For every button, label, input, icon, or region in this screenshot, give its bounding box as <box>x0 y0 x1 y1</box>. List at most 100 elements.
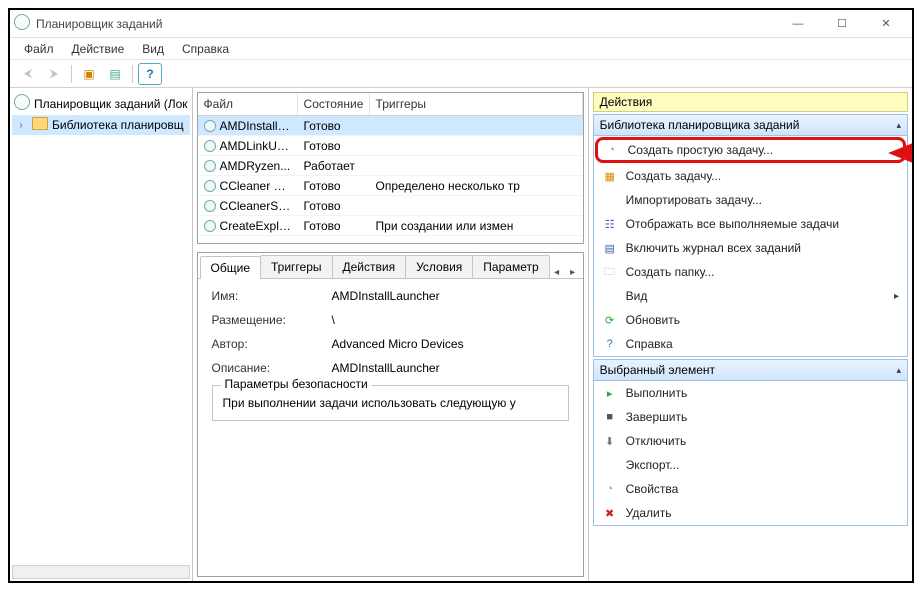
cal-icon: ▦ <box>602 168 618 184</box>
label-location: Размещение: <box>212 313 332 327</box>
chevron-right-icon[interactable]: › <box>14 120 28 131</box>
actions-section-selected[interactable]: Выбранный элемент ▴ <box>593 359 908 381</box>
value-name: AMDInstallLauncher <box>332 289 440 303</box>
action-справка[interactable]: ? Справка <box>594 332 907 356</box>
toolbar-help-icon[interactable]: ? <box>138 63 162 85</box>
blank-icon <box>602 457 618 473</box>
action-label: Создать задачу... <box>626 169 722 183</box>
task-icon <box>204 160 216 172</box>
collapse-icon: ▴ <box>896 365 901 376</box>
task-row[interactable]: AMDLinkUp...Готово <box>198 136 583 156</box>
action-label: Справка <box>626 337 673 351</box>
task-list[interactable]: Файл Состояние Триггеры AMDInstallL...Го… <box>197 92 584 244</box>
task-details: Общие Триггеры Действия Условия Параметр… <box>197 252 584 577</box>
clock-icon: ◔ <box>604 142 620 158</box>
action-отключить[interactable]: ⬇Отключить <box>594 429 907 453</box>
label-author: Автор: <box>212 337 332 351</box>
task-header-row: Файл Состояние Триггеры <box>198 93 583 116</box>
col-triggers[interactable]: Триггеры <box>370 93 583 115</box>
action-создать-задачу-[interactable]: ▦ Создать задачу... <box>594 164 907 188</box>
action-завершить[interactable]: ■ Завершить <box>594 405 907 429</box>
action-label: Свойства <box>626 482 679 496</box>
action-удалить[interactable]: ✖Удалить <box>594 501 907 525</box>
action-импортировать-задачу-[interactable]: Импортировать задачу... <box>594 188 907 212</box>
tab-general[interactable]: Общие <box>200 256 261 279</box>
callout-arrow-icon <box>888 141 912 165</box>
task-row[interactable]: CCleanerSki...Готово <box>198 196 583 216</box>
disable-icon: ⬇ <box>602 433 618 449</box>
tab-actions[interactable]: Действия <box>332 255 407 278</box>
back-button[interactable]: ⮜ <box>16 63 40 85</box>
menu-view[interactable]: Вид <box>134 40 172 58</box>
task-icon <box>204 120 216 132</box>
chevron-right-icon: ▸ <box>894 291 899 302</box>
actions-section-library-label: Библиотека планировщика заданий <box>600 118 800 132</box>
forward-button[interactable]: ⮞ <box>42 63 66 85</box>
titlebar: Планировщик заданий — ☐ ✕ <box>10 10 912 38</box>
action-обновить[interactable]: ⟳ Обновить <box>594 308 907 332</box>
action-создать-простую-задачу-[interactable]: ◔Создать простую задачу... <box>595 137 906 163</box>
label-description: Описание: <box>212 361 332 375</box>
action-отображать-все-выполняемые-задачи[interactable]: ☷ Отображать все выполняемые задачи <box>594 212 907 236</box>
col-file[interactable]: Файл <box>198 93 298 115</box>
action-экспорт-[interactable]: Экспорт... <box>594 453 907 477</box>
toolbar-columns-icon[interactable]: ▤ <box>103 63 127 85</box>
action-выполнить[interactable]: ▸ Выполнить <box>594 381 907 405</box>
tab-scroll-left-icon[interactable]: ◂ <box>549 267 565 278</box>
menu-help[interactable]: Справка <box>174 40 237 58</box>
menu-file[interactable]: Файл <box>16 40 62 58</box>
task-row[interactable]: AMDRyzen...Работает <box>198 156 583 176</box>
menubar: Файл Действие Вид Справка <box>10 38 912 60</box>
folder-icon: 🗀 <box>602 264 618 280</box>
action-label: Выполнить <box>626 386 688 400</box>
list-icon: ☷ <box>602 216 618 232</box>
refresh-icon: ⟳ <box>602 312 618 328</box>
value-description: AMDInstallLauncher <box>332 361 440 375</box>
tab-settings[interactable]: Параметр <box>472 255 549 278</box>
actions-section-library[interactable]: Библиотека планировщика заданий ▴ <box>593 114 908 136</box>
toolbar-explorer-icon[interactable]: ▣ <box>77 63 101 85</box>
action-свойства[interactable]: ◔Свойства <box>594 477 907 501</box>
action-label: Вид <box>626 289 648 303</box>
action-создать-папку-[interactable]: 🗀 Создать папку... <box>594 260 907 284</box>
action-label: Обновить <box>626 313 680 327</box>
action-label: Создать папку... <box>626 265 715 279</box>
log-icon: ▤ <box>602 240 618 256</box>
task-row[interactable]: CCleaner Up...ГотовоОпределено несколько… <box>198 176 583 196</box>
action-label: Завершить <box>626 410 688 424</box>
details-tabs: Общие Триггеры Действия Условия Параметр… <box>198 253 583 279</box>
actions-pane: Действия Библиотека планировщика заданий… <box>589 88 912 581</box>
tree-library-label: Библиотека планировщ <box>52 118 184 132</box>
tree-root-label: Планировщик заданий (Лок <box>34 97 188 111</box>
actions-section-selected-label: Выбранный элемент <box>600 363 715 377</box>
tab-conditions[interactable]: Условия <box>405 255 473 278</box>
security-group: Параметры безопасности При выполнении за… <box>212 385 569 421</box>
task-row[interactable]: CreateExplor...ГотовоПри создании или из… <box>198 216 583 236</box>
task-icon <box>204 200 216 212</box>
action-label: Отображать все выполняемые задачи <box>626 217 840 231</box>
close-button[interactable]: ✕ <box>864 10 908 38</box>
tab-triggers[interactable]: Триггеры <box>260 255 333 278</box>
blank-icon <box>602 192 618 208</box>
clock-icon <box>14 94 30 113</box>
tree-scrollbar[interactable] <box>12 565 190 579</box>
minimize-button[interactable]: — <box>776 10 820 38</box>
nav-tree[interactable]: Планировщик заданий (Лок › Библиотека пл… <box>10 88 193 581</box>
action-включить-журнал-всех-заданий[interactable]: ▤Включить журнал всех заданий <box>594 236 907 260</box>
tree-root[interactable]: Планировщик заданий (Лок <box>12 92 190 115</box>
maximize-button[interactable]: ☐ <box>820 10 864 38</box>
tab-scroll-right-icon[interactable]: ▸ <box>565 267 581 278</box>
tree-library[interactable]: › Библиотека планировщ <box>12 115 190 135</box>
toolbar: ⮜ ⮞ ▣ ▤ ? <box>10 60 912 88</box>
value-location: \ <box>332 313 335 327</box>
col-state[interactable]: Состояние <box>298 93 370 115</box>
folder-icon <box>32 117 48 133</box>
task-row[interactable]: AMDInstallL...Готово <box>198 116 583 136</box>
collapse-icon: ▴ <box>896 120 901 131</box>
run-icon: ▸ <box>602 385 618 401</box>
stop-icon: ■ <box>602 409 618 425</box>
action-вид[interactable]: Вид ▸ <box>594 284 907 308</box>
menu-action[interactable]: Действие <box>64 40 133 58</box>
security-text: При выполнении задачи использовать следу… <box>223 396 558 410</box>
help-icon: ? <box>602 336 618 352</box>
